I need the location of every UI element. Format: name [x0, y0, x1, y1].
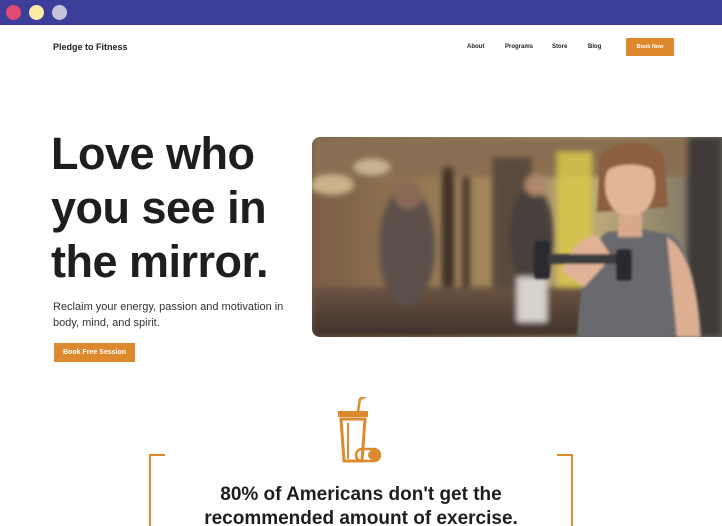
drink-cup-icon: [336, 395, 382, 463]
quote-bracket-right: [557, 454, 573, 526]
minimize-window-button[interactable]: [29, 5, 44, 20]
hero-gym-photo: [312, 137, 722, 337]
brand-logo[interactable]: Pledge to Fitness: [53, 42, 128, 52]
nav-link-about[interactable]: About: [467, 44, 484, 50]
stat-headline: 80% of Americans don't get the recommend…: [204, 484, 518, 526]
maximize-window-button[interactable]: [52, 5, 67, 20]
book-free-session-button[interactable]: Book Free Session: [54, 343, 135, 362]
nav-link-blog[interactable]: Blog: [588, 44, 601, 50]
nav-link-store[interactable]: Store: [552, 44, 567, 50]
hero-subtext: Reclaim your energy, passion and motivat…: [53, 301, 284, 329]
nav-link-programs[interactable]: Programs: [505, 44, 533, 50]
hero-headline: Love who you see in the mirror.: [51, 128, 269, 287]
browser-titlebar: [0, 0, 722, 25]
site-header: Pledge to Fitness About Programs Store B…: [0, 25, 722, 73]
gym-photo-illustration: [312, 137, 722, 337]
quote-bracket-left: [149, 454, 165, 526]
book-now-button[interactable]: Book Now: [626, 38, 674, 56]
close-window-button[interactable]: [6, 5, 21, 20]
